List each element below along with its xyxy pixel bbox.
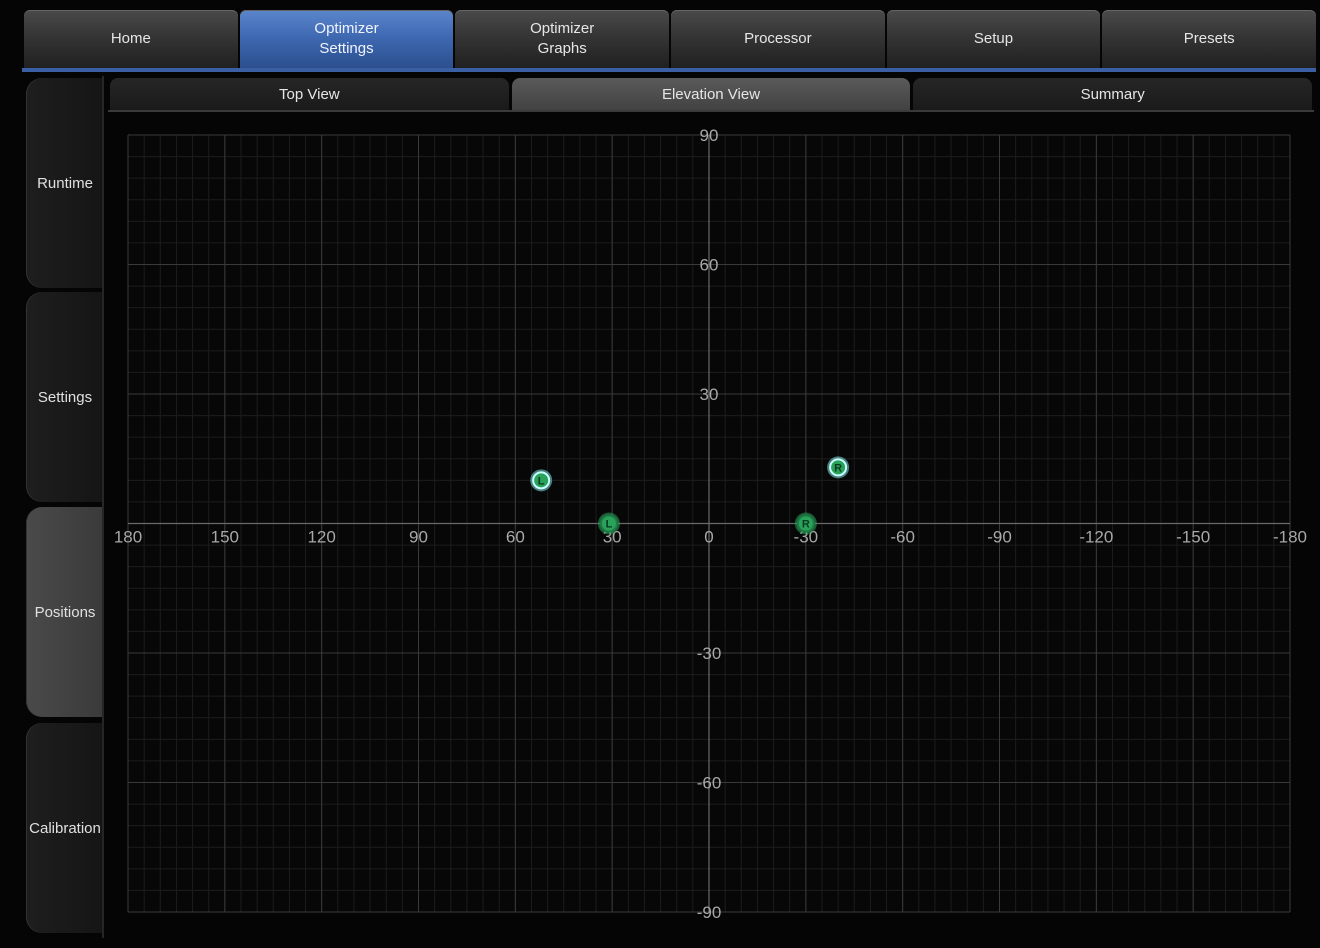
speaker-marker[interactable]: L — [530, 469, 553, 492]
y-tick-label: -90 — [697, 903, 722, 922]
x-tick-label: -90 — [987, 528, 1012, 547]
y-tick-label: 30 — [700, 385, 719, 404]
elevation-plot[interactable]: 180 150 120 90 60 30 0 -30 -60 -90 -120 -150 -180 90 6… — [0, 0, 1320, 948]
speaker-marker[interactable]: R — [794, 512, 817, 535]
marker-label: R — [802, 519, 810, 531]
y-tick-label: 60 — [700, 256, 719, 275]
y-tick-label: -30 — [697, 644, 722, 663]
x-tick-label: 150 — [211, 528, 239, 547]
x-tick-label: -120 — [1079, 528, 1113, 547]
speaker-marker[interactable]: L — [597, 512, 620, 535]
x-tick-label: -60 — [890, 528, 915, 547]
x-tick-label: -150 — [1176, 528, 1210, 547]
x-tick-label: 0 — [704, 528, 713, 547]
speaker-marker[interactable]: R — [827, 456, 850, 479]
x-tick-label: 120 — [307, 528, 335, 547]
x-tick-label: -180 — [1273, 528, 1307, 547]
x-tick-label: 180 — [114, 528, 142, 547]
marker-label: L — [538, 475, 545, 487]
y-tick-label: 90 — [700, 126, 719, 145]
y-tick-label: -60 — [697, 774, 722, 793]
marker-label: R — [834, 462, 842, 474]
marker-label: L — [606, 519, 613, 531]
x-tick-label: 90 — [409, 528, 428, 547]
x-tick-label: 60 — [506, 528, 525, 547]
